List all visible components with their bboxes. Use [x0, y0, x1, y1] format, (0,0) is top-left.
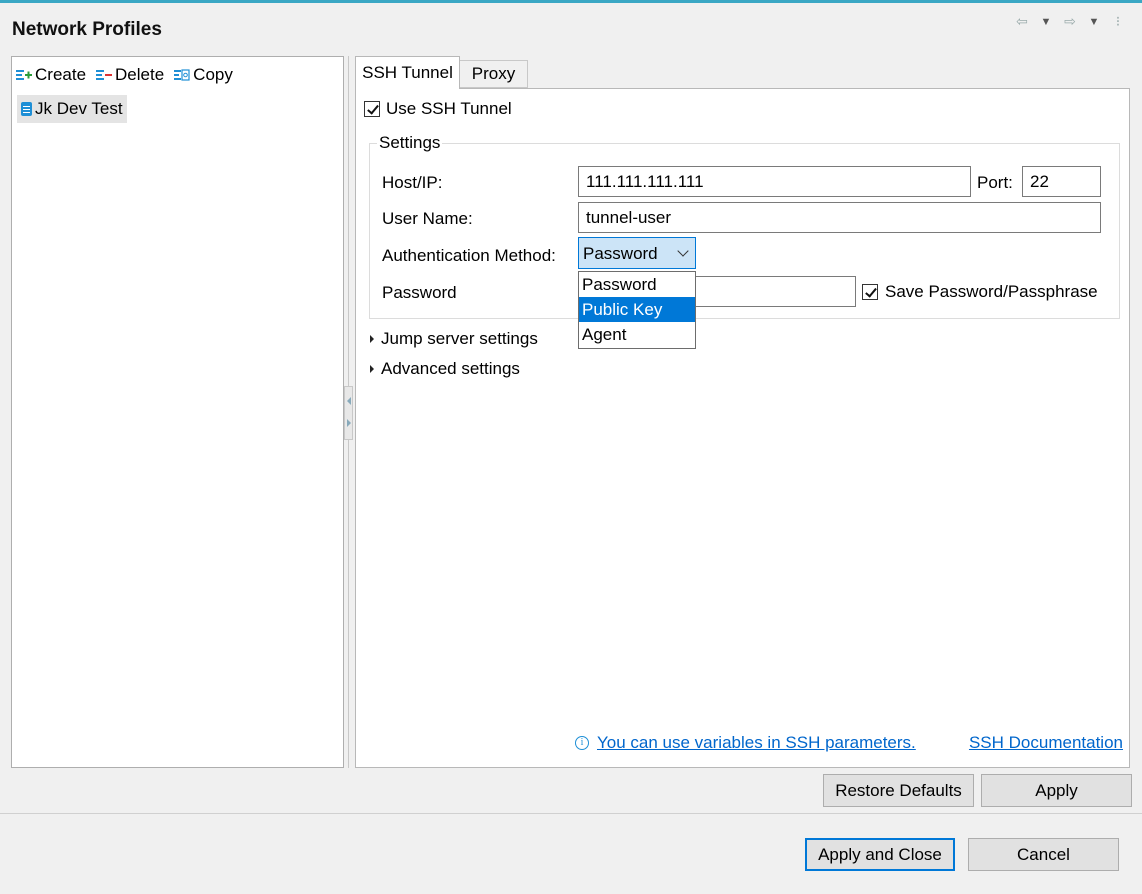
delete-label: Delete — [115, 65, 165, 84]
host-label: Host/IP: — [382, 173, 443, 192]
settings-group-title: Settings — [377, 133, 443, 153]
profile-document-icon — [21, 102, 32, 116]
tab-ssh-tunnel[interactable]: SSH Tunnel — [355, 56, 460, 89]
ssh-tunnel-panel: Use SSH Tunnel Settings Host/IP: Port: U… — [355, 88, 1130, 768]
create-button[interactable]: Create — [16, 65, 86, 85]
jump-server-expander[interactable]: Jump server settings — [370, 329, 538, 349]
create-icon — [16, 70, 32, 80]
collapse-sash-handle[interactable] — [344, 386, 353, 440]
save-password-checkbox[interactable]: Save Password/Passphrase — [862, 282, 1098, 302]
profile-label: Jk Dev Test — [35, 99, 123, 118]
copy-icon — [174, 69, 190, 81]
port-input[interactable] — [1022, 166, 1101, 197]
variables-hint: i You can use variables in SSH parameter… — [575, 733, 916, 753]
checkbox-icon — [364, 101, 380, 117]
back-arrow-icon[interactable]: ⇦ — [1012, 13, 1032, 30]
copy-button[interactable]: Copy — [174, 65, 233, 85]
profile-list-item[interactable]: Jk Dev Test — [17, 95, 127, 123]
user-name-input[interactable] — [578, 202, 1101, 233]
tab-proxy[interactable]: Proxy — [460, 60, 528, 88]
auth-option-public-key[interactable]: Public Key — [579, 297, 695, 322]
auth-method-dropdown: Password Public Key Agent — [578, 271, 696, 349]
cancel-button[interactable]: Cancel — [968, 838, 1119, 871]
page-title: Network Profiles — [12, 19, 162, 40]
chevron-down-icon — [677, 245, 689, 257]
checkbox-icon — [862, 284, 878, 300]
port-label: Port: — [977, 173, 1013, 192]
forward-menu-chevron-icon[interactable]: ▼ — [1084, 16, 1104, 28]
auth-option-agent[interactable]: Agent — [579, 322, 695, 347]
delete-button[interactable]: Delete — [96, 65, 164, 85]
footer-divider — [0, 813, 1142, 814]
expand-triangle-icon — [370, 335, 374, 343]
use-ssh-tunnel-label: Use SSH Tunnel — [386, 99, 512, 118]
auth-option-password[interactable]: Password — [579, 272, 695, 297]
ssh-documentation-link[interactable]: SSH Documentation — [969, 733, 1123, 753]
forward-arrow-icon[interactable]: ⇨ — [1060, 13, 1080, 30]
profiles-toolbar: Create Delete Copy — [16, 65, 233, 85]
history-nav: ⇦ ▼ ⇨ ▼ ⁝ — [1012, 13, 1128, 30]
create-label: Create — [35, 65, 87, 84]
back-menu-chevron-icon[interactable]: ▼ — [1036, 16, 1056, 28]
advanced-settings-expander[interactable]: Advanced settings — [370, 359, 520, 379]
copy-label: Copy — [193, 65, 233, 84]
save-password-label: Save Password/Passphrase — [885, 282, 1098, 301]
auth-method-label: Authentication Method: — [382, 246, 556, 265]
user-name-label: User Name: — [382, 209, 473, 228]
apply-button[interactable]: Apply — [981, 774, 1132, 807]
dialog-header: Network Profiles ⇦ ▼ ⇨ ▼ ⁝ — [0, 3, 1142, 53]
delete-icon — [96, 70, 113, 80]
variables-link[interactable]: You can use variables in SSH parameters. — [597, 733, 916, 753]
host-input[interactable] — [578, 166, 971, 197]
jump-server-label: Jump server settings — [381, 329, 538, 348]
info-icon: i — [575, 736, 589, 750]
restore-defaults-button[interactable]: Restore Defaults — [823, 774, 974, 807]
expand-triangle-icon — [370, 365, 374, 373]
auth-method-value: Password — [583, 244, 658, 263]
apply-and-close-button[interactable]: Apply and Close — [805, 838, 955, 871]
auth-method-select[interactable]: Password — [578, 237, 696, 269]
use-ssh-tunnel-checkbox[interactable]: Use SSH Tunnel — [364, 99, 512, 119]
profiles-panel: Create Delete Copy Jk Dev Test — [11, 56, 344, 768]
more-menu-icon[interactable]: ⁝ — [1108, 13, 1128, 30]
advanced-settings-label: Advanced settings — [381, 359, 520, 378]
password-label: Password — [382, 283, 457, 302]
